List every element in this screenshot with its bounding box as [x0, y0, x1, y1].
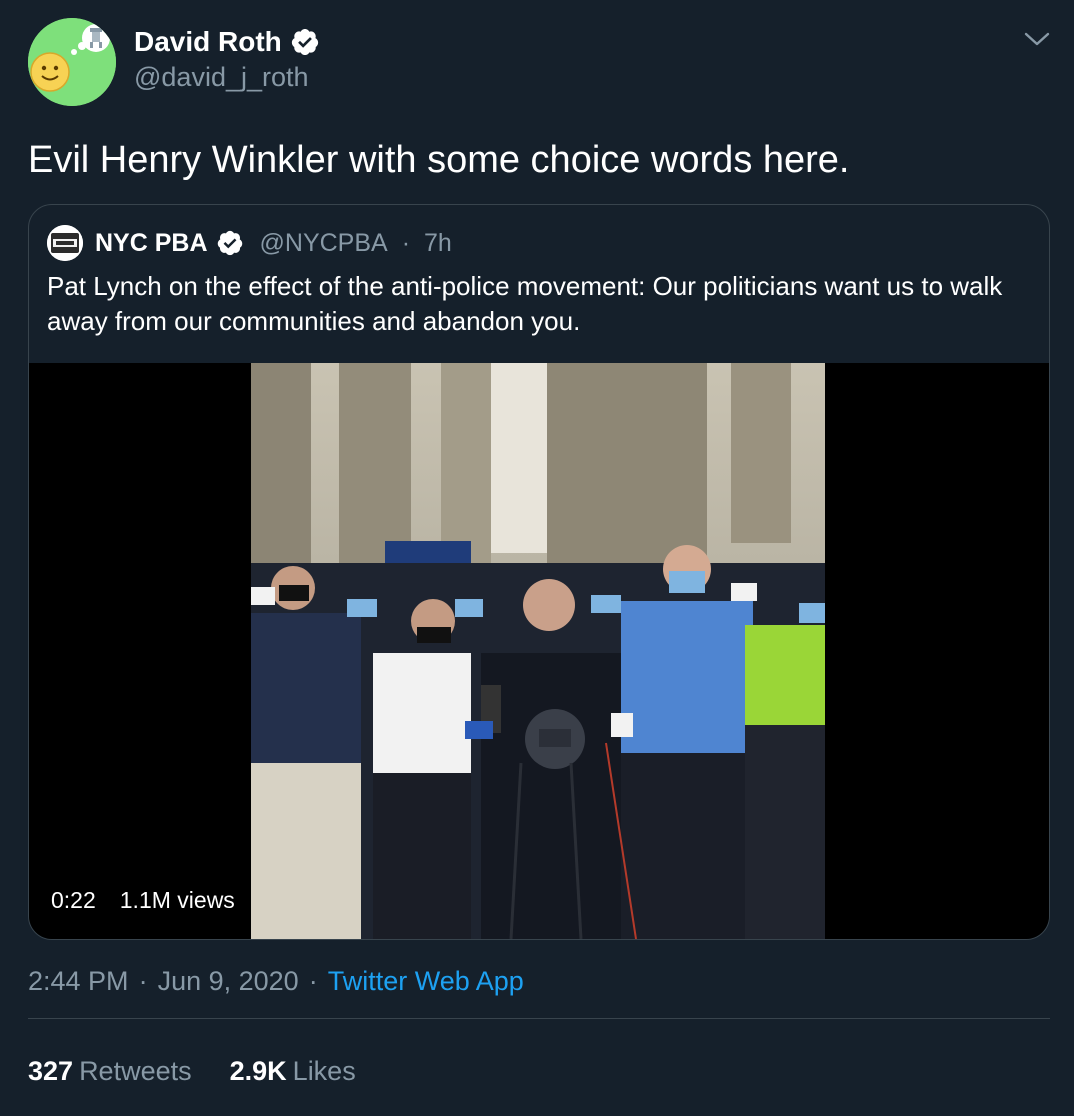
quoted-author-name: NYC PBA — [95, 228, 208, 257]
video-info-badge: 0:22 1.1M views — [45, 883, 241, 918]
author-display-name[interactable]: David Roth — [134, 26, 282, 58]
video-views: 1.1M views — [119, 887, 235, 913]
tweet-card: David Roth @david_j_roth Evil Henry Wink… — [0, 0, 1074, 1116]
likes-stat[interactable]: 2.9K Likes — [230, 1056, 356, 1087]
quoted-author-avatar — [47, 225, 83, 261]
source-app-link[interactable]: Twitter Web App — [328, 966, 524, 997]
quoted-tweet-header: NYC PBA @NYCPBA · 7h — [47, 225, 452, 261]
verified-badge-icon — [217, 230, 242, 256]
quoted-author-handle: @NYCPBA — [259, 228, 388, 257]
quoted-tweet-text: Pat Lynch on the effect of the anti-poli… — [47, 271, 1003, 336]
video-player[interactable]: 0:22 1.1M views — [29, 363, 1049, 939]
smiley-face-icon — [28, 18, 116, 106]
quoted-tweet[interactable]: NYC PBA @NYCPBA · 7h Pat Lynch on the ef… — [28, 204, 1050, 940]
author-name-row[interactable]: David Roth — [134, 26, 320, 58]
retweets-stat[interactable]: 327 Retweets — [28, 1056, 192, 1087]
pba-logo-icon — [47, 225, 83, 261]
tweet-date[interactable]: Jun 9, 2020 — [158, 966, 299, 997]
quoted-tweet-age: 7h — [424, 228, 452, 257]
separator-dot: · — [308, 966, 318, 996]
likes-label: Likes — [292, 1056, 356, 1086]
tweet-text: Evil Henry Winkler with some choice word… — [28, 139, 850, 181]
retweets-label: Retweets — [79, 1056, 192, 1086]
engagement-stats: 327 Retweets 2.9K Likes — [28, 1056, 356, 1087]
separator-dot: · — [138, 966, 148, 996]
author-avatar[interactable] — [28, 18, 116, 106]
tweet-time[interactable]: 2:44 PM — [28, 966, 129, 997]
author-handle[interactable]: @david_j_roth — [134, 62, 309, 93]
chevron-down-icon[interactable] — [1022, 28, 1052, 50]
verified-badge-icon — [291, 29, 318, 55]
retweets-count: 327 — [28, 1056, 74, 1086]
video-thumbnail — [251, 363, 825, 939]
likes-count: 2.9K — [229, 1056, 287, 1086]
video-duration: 0:22 — [51, 887, 96, 913]
separator-dot: · — [401, 228, 411, 257]
tweet-meta: 2:44 PM · Jun 9, 2020 · Twitter Web App — [28, 966, 524, 997]
divider — [28, 1018, 1050, 1019]
